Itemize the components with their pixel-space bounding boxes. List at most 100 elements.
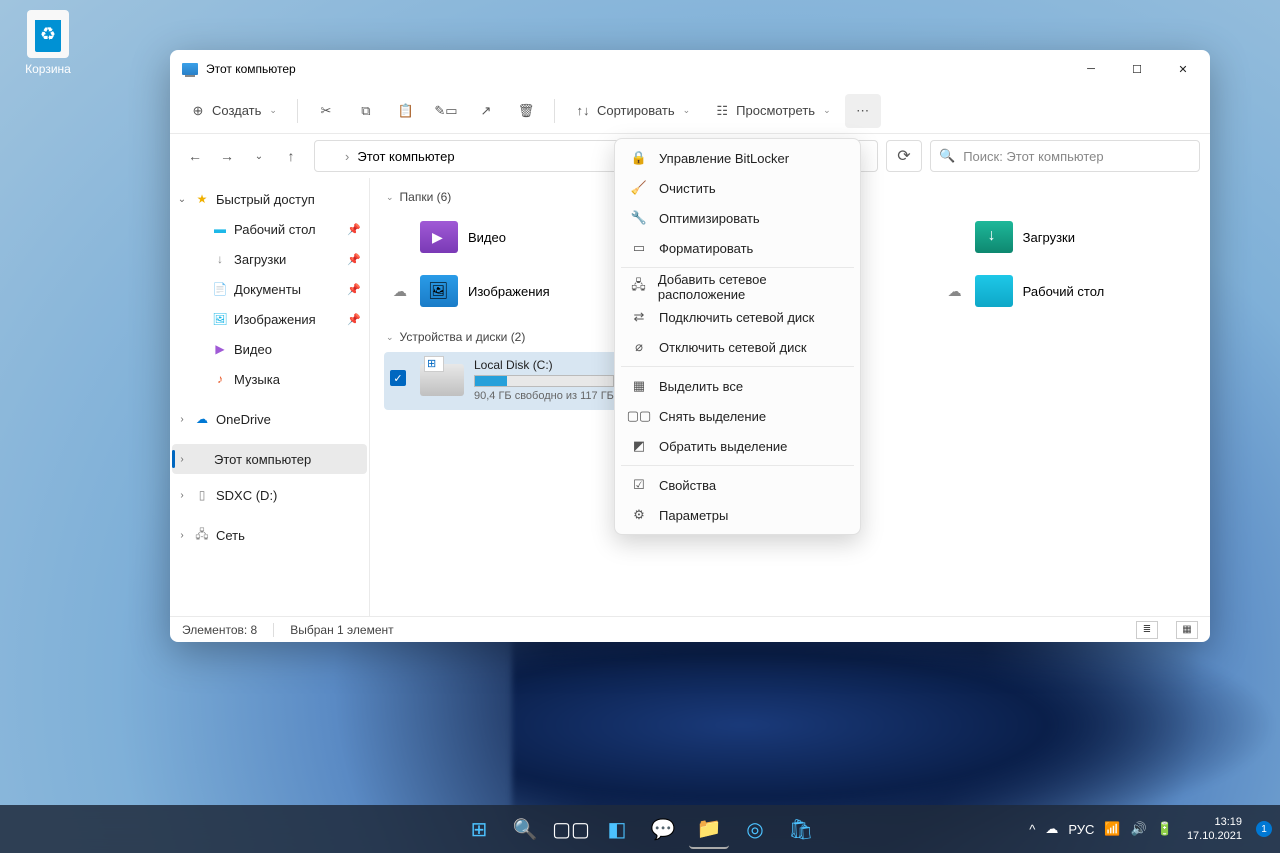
menu-optimize[interactable]: 🔧Оптимизировать [619, 203, 856, 233]
close-button[interactable]: ✕ [1160, 53, 1206, 85]
paste-button[interactable]: 📋 [388, 94, 424, 128]
back-button[interactable]: ← [180, 141, 210, 171]
menu-disconnect-drive[interactable]: ⌀Отключить сетевой диск [619, 332, 856, 362]
sidebar-documents[interactable]: 📄Документы📌 [190, 274, 367, 304]
menu-add-network-location[interactable]: 🖧Добавить сетевое расположение [619, 272, 856, 302]
lock-icon: 🔒 [631, 150, 647, 166]
menu-properties[interactable]: ☑Свойства [619, 470, 856, 500]
menu-separator [621, 465, 854, 466]
icons-view-button[interactable]: ▦ [1176, 621, 1198, 639]
folder-pictures[interactable]: ☁Изображения [384, 266, 641, 316]
start-button[interactable]: ⊞ [459, 809, 499, 849]
document-icon: 📄 [212, 281, 228, 297]
video-icon: ▶ [212, 341, 228, 357]
trash-icon: 🗑 [518, 103, 534, 119]
folder-downloads[interactable]: Загрузки [939, 212, 1196, 262]
search-placeholder: Поиск: Этот компьютер [963, 149, 1103, 164]
delete-button[interactable]: 🗑 [508, 94, 544, 128]
menu-label: Свойства [659, 478, 716, 493]
forward-button[interactable]: → [212, 141, 242, 171]
recycle-bin-label: Корзина [18, 62, 78, 76]
more-button[interactable]: ⋯ [845, 94, 881, 128]
sidebar-music[interactable]: ♪Музыка [190, 364, 367, 394]
pictures-icon: 🖼 [212, 311, 228, 327]
up-button[interactable]: ↑ [276, 141, 306, 171]
select-all-icon: ▦ [631, 378, 647, 394]
menu-invert-selection[interactable]: ◩Обратить выделение [619, 431, 856, 461]
sd-icon: ▯ [194, 487, 210, 503]
copy-button[interactable]: ⧉ [348, 94, 384, 128]
quick-access-label: Быстрый доступ [216, 192, 315, 207]
language-indicator[interactable]: РУС [1068, 822, 1094, 837]
chat-button[interactable]: 💬 [643, 809, 683, 849]
this-pc-icon [323, 151, 337, 161]
tray-chevron-icon[interactable]: ^ [1029, 822, 1035, 837]
chevron-right-icon: › [176, 454, 188, 465]
maximize-button[interactable]: ☐ [1114, 53, 1160, 85]
sort-button[interactable]: ↑↓ Сортировать ⌄ [565, 94, 700, 128]
notification-badge[interactable]: 1 [1256, 821, 1272, 837]
view-button[interactable]: ☷ Просмотреть ⌄ [704, 94, 840, 128]
minimize-button[interactable]: ─ [1068, 53, 1114, 85]
sidebar-downloads[interactable]: ↓Загрузки📌 [190, 244, 367, 274]
sidebar-network[interactable]: ›🖧Сеть [172, 520, 367, 550]
menu-select-all[interactable]: ▦Выделить все [619, 371, 856, 401]
refresh-button[interactable]: ⟳ [886, 140, 922, 172]
status-selected: Выбран 1 элемент [290, 623, 393, 637]
recent-button[interactable]: ⌄ [244, 141, 274, 171]
downloads-folder-icon [975, 221, 1013, 253]
sidebar-desktop[interactable]: ▬Рабочий стол📌 [190, 214, 367, 244]
this-pc-icon [194, 454, 208, 464]
wifi-icon[interactable]: 📶 [1104, 821, 1120, 837]
music-icon: ♪ [212, 371, 228, 387]
pin-icon: 📌 [347, 223, 361, 236]
folder-desktop[interactable]: ☁ Рабочий стол [939, 266, 1196, 316]
sidebar-this-pc[interactable]: ›Этот компьютер [172, 444, 367, 474]
sidebar-sdxc[interactable]: ›▯SDXC (D:) [172, 480, 367, 510]
folder-video[interactable]: Видео [384, 212, 641, 262]
menu-cleanup[interactable]: 🧹Очистить [619, 173, 856, 203]
menu-map-drive[interactable]: ⇄Подключить сетевой диск [619, 302, 856, 332]
folder-label: Рабочий стол [1023, 284, 1105, 299]
search-input[interactable]: 🔍 Поиск: Этот компьютер [930, 140, 1200, 172]
sidebar-quick-access[interactable]: ⌄ ★ Быстрый доступ [172, 184, 367, 214]
recycle-bin[interactable]: Корзина [18, 10, 78, 76]
onedrive-tray-icon[interactable]: ☁ [1045, 821, 1058, 837]
share-button[interactable]: ↗ [468, 94, 504, 128]
drive-local-c[interactable]: ✓ Local Disk (C:) 90,4 ГБ свободно из 11… [384, 352, 641, 410]
clock[interactable]: 13:19 17.10.2021 [1187, 815, 1242, 844]
edge-button[interactable]: ◎ [735, 809, 775, 849]
store-button[interactable]: 🛍 [781, 809, 821, 849]
menu-select-none[interactable]: ▢▢Снять выделение [619, 401, 856, 431]
task-view-button[interactable]: ▢▢ [551, 809, 591, 849]
sidebar-onedrive[interactable]: ›☁OneDrive [172, 404, 367, 434]
map-drive-icon: ⇄ [631, 309, 647, 325]
sidebar-video[interactable]: ▶Видео [190, 334, 367, 364]
menu-bitlocker[interactable]: 🔒Управление BitLocker [619, 143, 856, 173]
copy-icon: ⧉ [358, 103, 374, 119]
rename-button[interactable]: ✎▭ [428, 94, 464, 128]
volume-icon[interactable]: 🔊 [1131, 821, 1147, 837]
cloud-status-icon: ☁ [390, 283, 410, 300]
chevron-down-icon: ⌄ [176, 194, 188, 205]
drives-header-label: Устройства и диски (2) [400, 330, 526, 344]
pictures-folder-icon [420, 275, 458, 307]
menu-format[interactable]: ▭Форматировать [619, 233, 856, 263]
widgets-button[interactable]: ◧ [597, 809, 637, 849]
cloud-status-icon: ☁ [945, 283, 965, 300]
statusbar: Элементов: 8 Выбран 1 элемент ≣ ▦ [170, 616, 1210, 642]
details-view-button[interactable]: ≣ [1136, 621, 1158, 639]
plus-circle-icon: ⊕ [190, 103, 206, 119]
menu-options[interactable]: ⚙Параметры [619, 500, 856, 530]
explorer-taskbar-button[interactable]: 📁 [689, 809, 729, 849]
battery-icon[interactable]: 🔋 [1157, 821, 1173, 837]
checkbox-icon[interactable]: ✓ [390, 370, 406, 386]
scissors-icon: ✂ [318, 103, 334, 119]
new-button[interactable]: ⊕ Создать ⌄ [180, 94, 287, 128]
sidebar-pictures[interactable]: 🖼Изображения📌 [190, 304, 367, 334]
search-button[interactable]: 🔍 [505, 809, 545, 849]
cut-button[interactable]: ✂ [308, 94, 344, 128]
window-title: Этот компьютер [206, 62, 296, 76]
titlebar[interactable]: Этот компьютер ─ ☐ ✕ [170, 50, 1210, 88]
star-icon: ★ [194, 191, 210, 207]
